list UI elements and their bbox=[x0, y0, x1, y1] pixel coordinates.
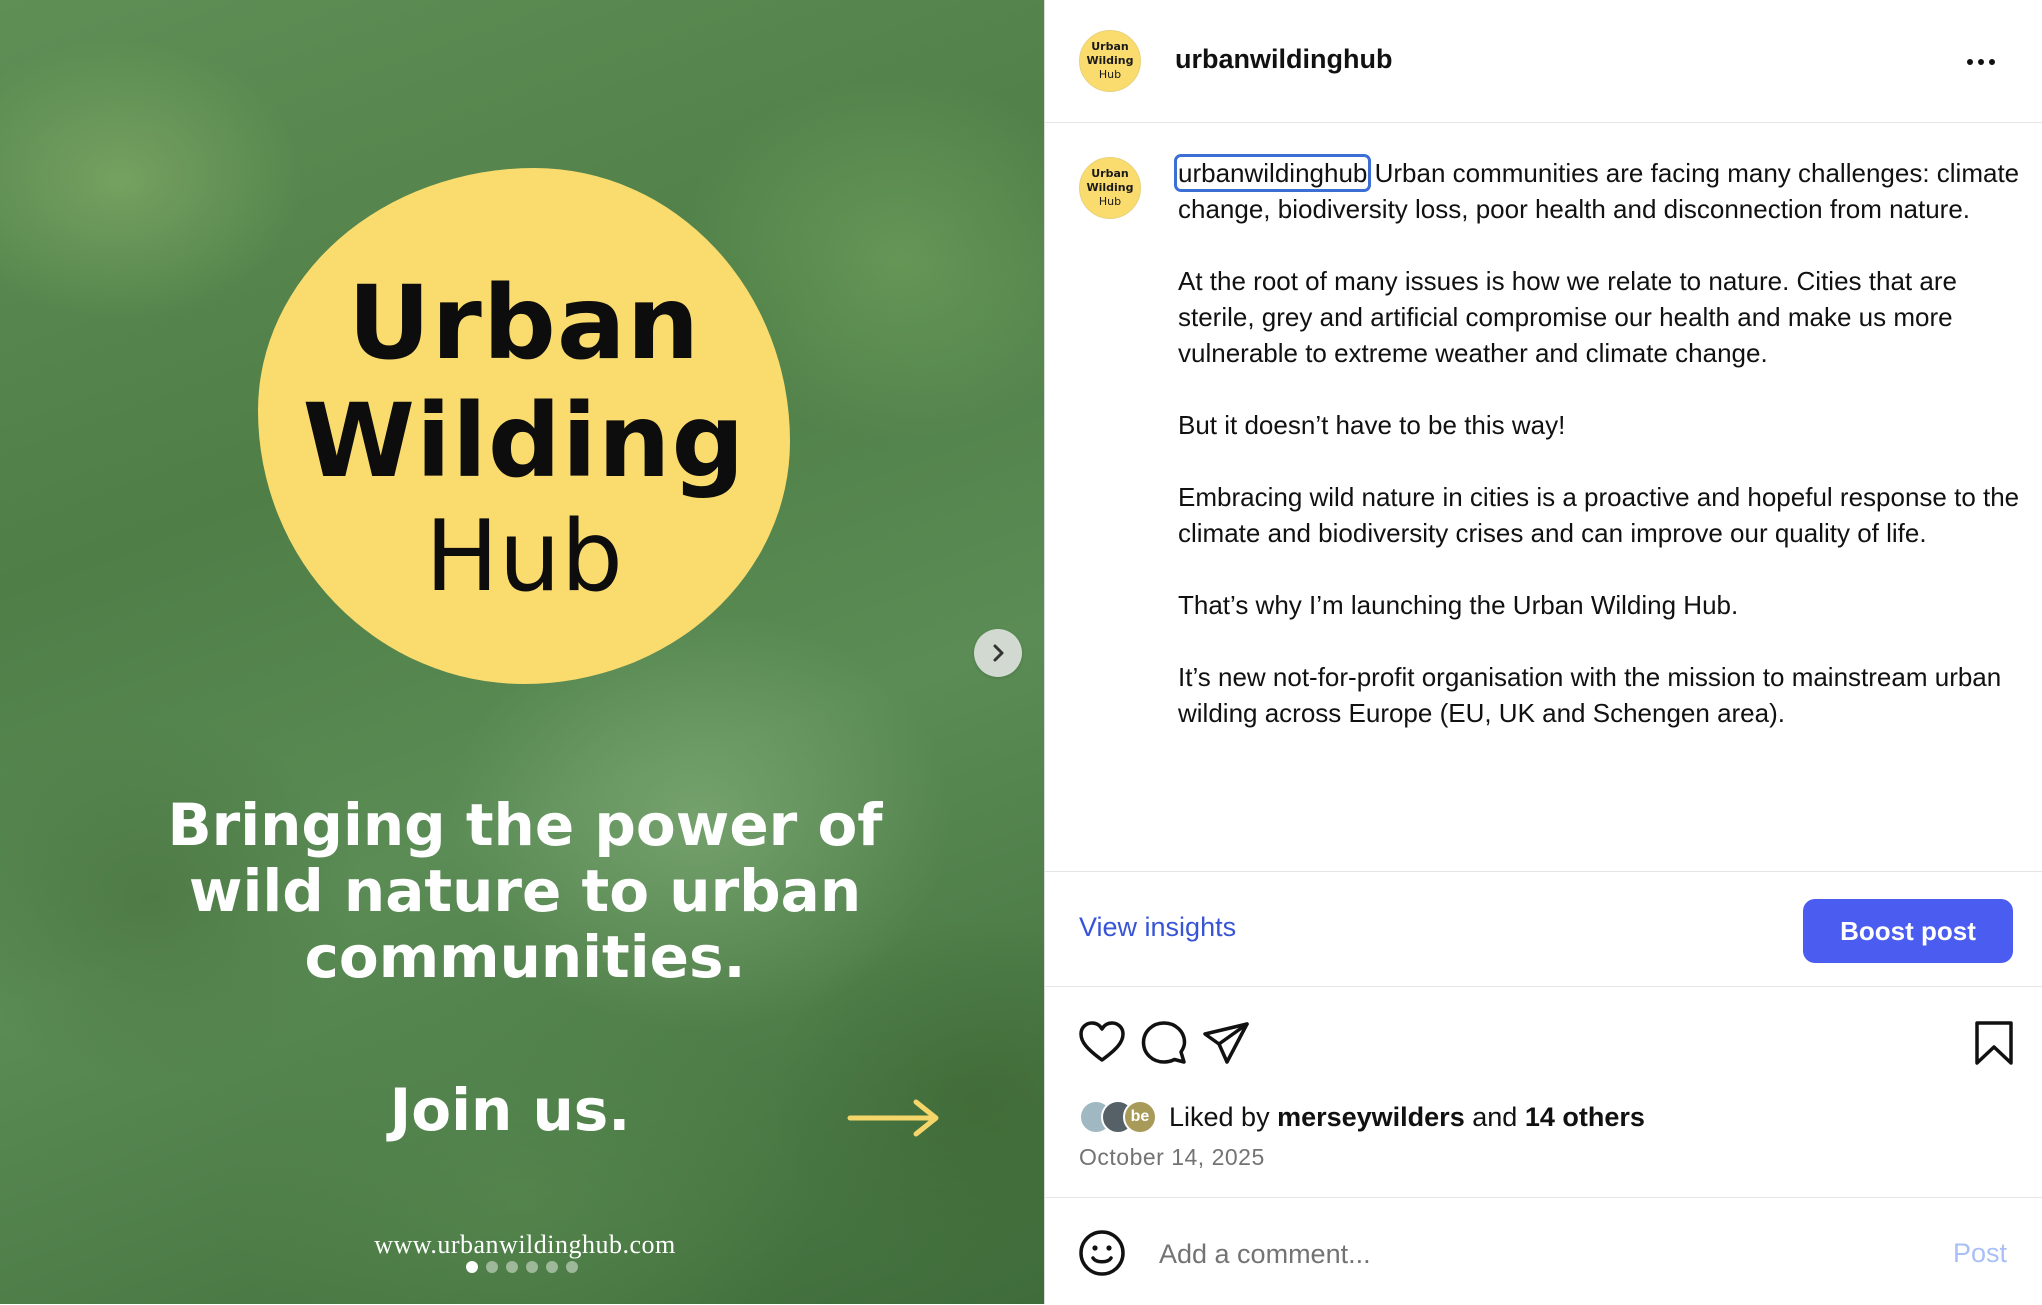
likes-joiner: and bbox=[1472, 1101, 1518, 1132]
caption-username-link[interactable]: urbanwildinghub bbox=[1173, 154, 1372, 192]
arrow-right-icon bbox=[847, 1099, 939, 1137]
tagline-line: wild nature to urban bbox=[188, 857, 862, 925]
carousel-dot bbox=[546, 1261, 558, 1273]
post-media: Urban Wilding Hub Bringing the power of … bbox=[0, 0, 1044, 1304]
boost-post-button[interactable]: Boost post bbox=[1803, 899, 2013, 963]
post-header: Urban Wilding Hub urbanwildinghub bbox=[1045, 0, 2042, 123]
carousel-dot bbox=[506, 1261, 518, 1273]
likes-prefix: Liked by bbox=[1169, 1101, 1270, 1132]
liker-avatar[interactable]: be bbox=[1123, 1100, 1157, 1134]
media-tagline: Bringing the power of wild nature to urb… bbox=[120, 792, 930, 990]
logo-blob: Urban Wilding Hub bbox=[258, 168, 790, 684]
emoji-icon[interactable] bbox=[1077, 1228, 1127, 1278]
avatar-text: Wilding bbox=[1086, 181, 1134, 194]
header-username[interactable]: urbanwildinghub bbox=[1175, 44, 1392, 75]
carousel-dot bbox=[566, 1261, 578, 1273]
avatar-text: Urban bbox=[1091, 167, 1129, 180]
comment-input[interactable] bbox=[1157, 1230, 1861, 1278]
caption-section: Urban Wilding Hub urbanwildinghub Urban … bbox=[1045, 123, 2042, 871]
tagline-line: Bringing the power of bbox=[167, 791, 883, 859]
join-us-text: Join us. bbox=[389, 1076, 631, 1144]
likes-row: be Liked by merseywilders and 14 others bbox=[1079, 1098, 1645, 1136]
post-side-panel: Urban Wilding Hub urbanwildinghub Urban … bbox=[1044, 0, 2042, 1304]
carousel-dot bbox=[526, 1261, 538, 1273]
more-options-button[interactable] bbox=[1961, 48, 2001, 76]
carousel-dot bbox=[486, 1261, 498, 1273]
caption-text: Urban communities are facing many challe… bbox=[1178, 158, 2020, 728]
more-horizontal-icon bbox=[1989, 59, 1995, 65]
logo-line-hub: Hub bbox=[424, 500, 623, 614]
post-caption: urbanwildinghub Urban communities are fa… bbox=[1173, 154, 2024, 731]
more-horizontal-icon bbox=[1967, 59, 1973, 65]
insights-bar: View insights Boost post bbox=[1045, 871, 2042, 987]
carousel-next-button[interactable] bbox=[974, 629, 1022, 677]
heart-icon[interactable] bbox=[1077, 1018, 1127, 1068]
liker-username[interactable]: merseywilders bbox=[1277, 1102, 1465, 1132]
comment-icon[interactable] bbox=[1139, 1018, 1189, 1068]
view-insights-link[interactable]: View insights bbox=[1079, 912, 1236, 943]
avatar-text: Wilding bbox=[1086, 54, 1134, 67]
avatar-text: Hub bbox=[1098, 68, 1122, 81]
caption-avatar[interactable]: Urban Wilding Hub bbox=[1079, 157, 1141, 219]
more-horizontal-icon bbox=[1978, 59, 1984, 65]
post-actions bbox=[1045, 1000, 2042, 1080]
website-url: www.urbanwildinghub.com bbox=[374, 1230, 676, 1259]
likes-summary: Liked by merseywilders and 14 others bbox=[1169, 1102, 1645, 1133]
logo-line-urban: Urban bbox=[347, 264, 701, 383]
post-date: October 14, 2025 bbox=[1079, 1144, 1265, 1170]
logo-line-wilding: Wilding bbox=[302, 382, 746, 501]
chevron-right-icon bbox=[993, 644, 1004, 662]
avatar[interactable]: Urban Wilding Hub bbox=[1079, 30, 1141, 92]
avatar-text: Urban bbox=[1091, 40, 1129, 53]
tagline-line: communities. bbox=[304, 923, 746, 991]
carousel-dots bbox=[466, 1261, 578, 1273]
carousel-dot-active bbox=[466, 1261, 478, 1273]
post-comment-button[interactable]: Post bbox=[1953, 1238, 2007, 1269]
bookmark-icon[interactable] bbox=[1969, 1018, 2019, 1068]
likes-others-link[interactable]: 14 others bbox=[1525, 1102, 1645, 1132]
share-icon[interactable] bbox=[1201, 1018, 1251, 1068]
avatar-text: Hub bbox=[1098, 195, 1122, 208]
comment-bar: Post bbox=[1045, 1197, 2042, 1305]
